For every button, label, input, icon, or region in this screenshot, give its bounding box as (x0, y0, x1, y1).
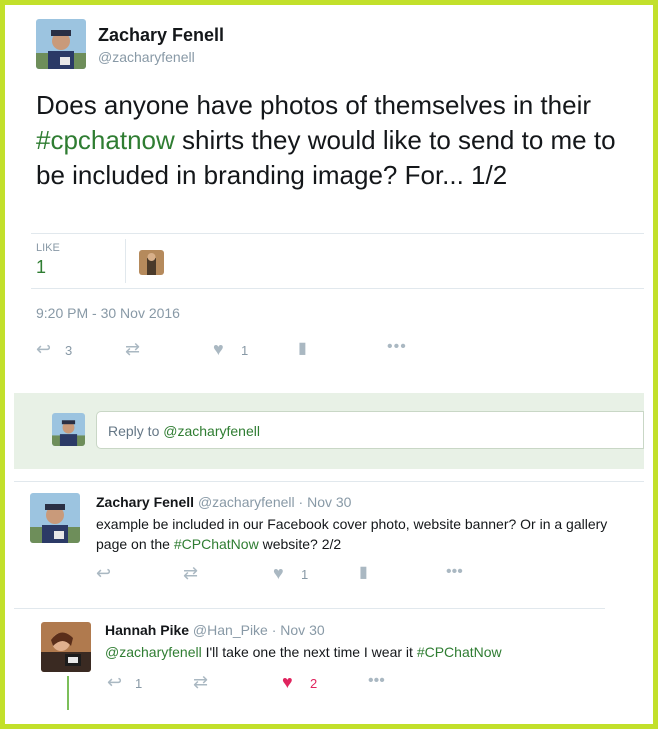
avatar[interactable] (30, 493, 80, 543)
reply-icon[interactable]: ↩ (36, 340, 51, 358)
tweet-text-part: example be included in our Facebook cove… (96, 516, 608, 552)
retweet-icon[interactable]: ⇄ (193, 673, 208, 691)
tweet-text-part: I'll take one the next time I wear it (201, 644, 417, 660)
more-icon[interactable]: ••• (387, 338, 407, 356)
tweet-text: @zacharyfenell I'll take one the next ti… (105, 642, 635, 662)
analytics-icon[interactable]: ▮ (298, 340, 307, 358)
reply-placeholder: Reply to @zacharyfenell (108, 423, 260, 439)
hashtag-link[interactable]: #cpchatnow (36, 125, 175, 155)
more-icon[interactable]: ••• (446, 563, 463, 581)
author-handle[interactable]: @zacharyfenell (198, 494, 295, 510)
divider (31, 288, 644, 289)
thread-line (67, 676, 69, 710)
tweet-text-part: website? 2/2 (258, 536, 342, 552)
reply-prefix: Reply to (108, 423, 164, 439)
hashtag-link[interactable]: #CPChatNow (417, 644, 502, 660)
mention-link[interactable]: @zacharyfenell (105, 644, 202, 660)
heart-icon[interactable]: ♥ (282, 673, 293, 691)
divider (14, 481, 644, 482)
reply-icon[interactable]: ↩ (96, 564, 111, 582)
heart-icon[interactable]: ♥ (213, 340, 224, 358)
avatar (52, 413, 85, 446)
heart-icon[interactable]: ♥ (273, 564, 284, 582)
reply-mention: @zacharyfenell (163, 423, 260, 439)
more-icon[interactable]: ••• (368, 672, 385, 690)
author-handle[interactable]: @Han_Pike (193, 622, 268, 638)
like-count: 2 (310, 676, 318, 691)
author-name[interactable]: Hannah Pike (105, 622, 189, 638)
author-name[interactable]: Zachary Fenell (96, 494, 194, 510)
divider (31, 233, 644, 234)
tweet-text-part: Does anyone have photos of themselves in… (36, 90, 592, 120)
analytics-icon[interactable]: ▮ (359, 564, 368, 582)
timestamp[interactable]: 9:20 PM - 30 Nov 2016 (36, 305, 180, 321)
reply-box: Reply to @zacharyfenell (14, 393, 644, 469)
avatar[interactable] (41, 622, 91, 672)
retweet-icon[interactable]: ⇄ (125, 340, 140, 358)
avatar[interactable] (36, 19, 86, 69)
divider (125, 239, 126, 283)
liker-avatar[interactable] (139, 250, 164, 275)
reply-count: 1 (135, 676, 143, 691)
divider (14, 608, 605, 609)
like-count: 1 (301, 567, 309, 582)
like-stat-label: LIKE (36, 242, 60, 254)
tweet-date[interactable]: · Nov 30 (299, 494, 352, 510)
reply-count: 3 (65, 343, 73, 358)
hashtag-link[interactable]: #CPChatNow (174, 536, 259, 552)
retweet-icon[interactable]: ⇄ (183, 564, 198, 582)
tweet-header: Hannah Pike @Han_Pike · Nov 30 (105, 622, 325, 638)
reply-input[interactable]: Reply to @zacharyfenell (96, 411, 644, 449)
like-count: 1 (241, 343, 249, 358)
author-handle[interactable]: @zacharyfenell (98, 49, 195, 65)
reply-icon[interactable]: ↩ (107, 673, 122, 691)
like-stat-count[interactable]: 1 (36, 257, 46, 278)
tweet-text: example be included in our Facebook cove… (96, 514, 641, 554)
tweet-header: Zachary Fenell @zacharyfenell · Nov 30 (96, 494, 351, 510)
tweet-frame: Zachary Fenell @zacharyfenell Does anyon… (0, 0, 658, 729)
author-name[interactable]: Zachary Fenell (98, 25, 224, 46)
tweet-date[interactable]: · Nov 30 (272, 622, 325, 638)
tweet-text: Does anyone have photos of themselves in… (36, 88, 636, 193)
